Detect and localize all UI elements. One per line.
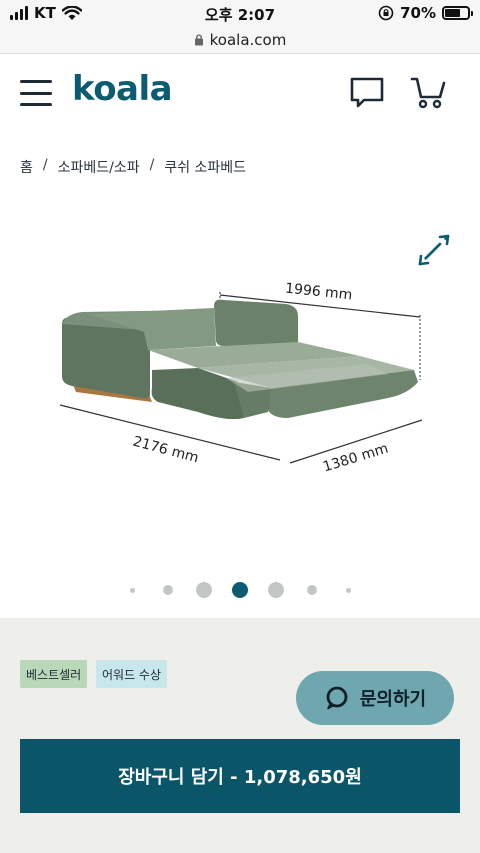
site-header: koala <box>0 55 480 135</box>
award-badge: 어워드 수상 <box>96 660 168 688</box>
status-bar: KT 오후 2:07 70% <box>0 0 480 26</box>
pagination-dot[interactable] <box>196 582 212 598</box>
pagination-dot[interactable] <box>307 585 317 595</box>
orientation-lock-icon <box>378 5 394 21</box>
bestseller-badge: 베스트셀러 <box>20 660 88 688</box>
pagination-dot-active[interactable] <box>232 582 248 598</box>
breadcrumb-category[interactable]: 소파베드/소파 <box>58 157 140 177</box>
pagination-dot[interactable] <box>163 585 173 595</box>
cart-icon[interactable] <box>410 75 446 109</box>
status-right: 70% <box>378 4 473 22</box>
expand-icon[interactable] <box>416 232 452 268</box>
inquiry-button[interactable]: 문의하기 <box>296 671 454 725</box>
koala-logo[interactable]: koala <box>72 69 173 109</box>
breadcrumb: 홈 / 소파베드/소파 / 쿠쉬 소파베드 <box>20 157 246 177</box>
battery-fill <box>445 9 461 17</box>
product-gallery[interactable]: 1996 mm 2176 mm 1380 mm <box>0 190 480 618</box>
url-bar[interactable]: koala.com <box>0 26 480 54</box>
add-to-cart-button[interactable]: 장바구니 담기 - 1,078,650원 <box>20 739 460 813</box>
menu-icon[interactable] <box>20 80 52 106</box>
pagination-dot[interactable] <box>268 582 284 598</box>
inquiry-label: 문의하기 <box>359 689 427 710</box>
battery-percent: 70% <box>400 4 436 22</box>
chat-icon[interactable] <box>350 77 384 109</box>
url-domain: koala.com <box>209 30 287 49</box>
chat-bubble-icon <box>326 686 348 710</box>
breadcrumb-separator: / <box>42 157 48 173</box>
pagination-dot[interactable] <box>345 587 351 593</box>
pagination-dot[interactable] <box>129 587 135 593</box>
breadcrumb-home[interactable]: 홈 <box>20 157 33 177</box>
breadcrumb-separator: / <box>149 157 155 173</box>
lock-icon <box>194 34 203 46</box>
purchase-panel: 베스트셀러 어워드 수상 문의하기 장바구니 담기 - 1,078,650원 <box>0 618 480 853</box>
battery-icon <box>442 6 473 20</box>
breadcrumb-current: 쿠쉬 소파베드 <box>164 160 247 176</box>
gallery-pagination[interactable] <box>0 580 480 600</box>
